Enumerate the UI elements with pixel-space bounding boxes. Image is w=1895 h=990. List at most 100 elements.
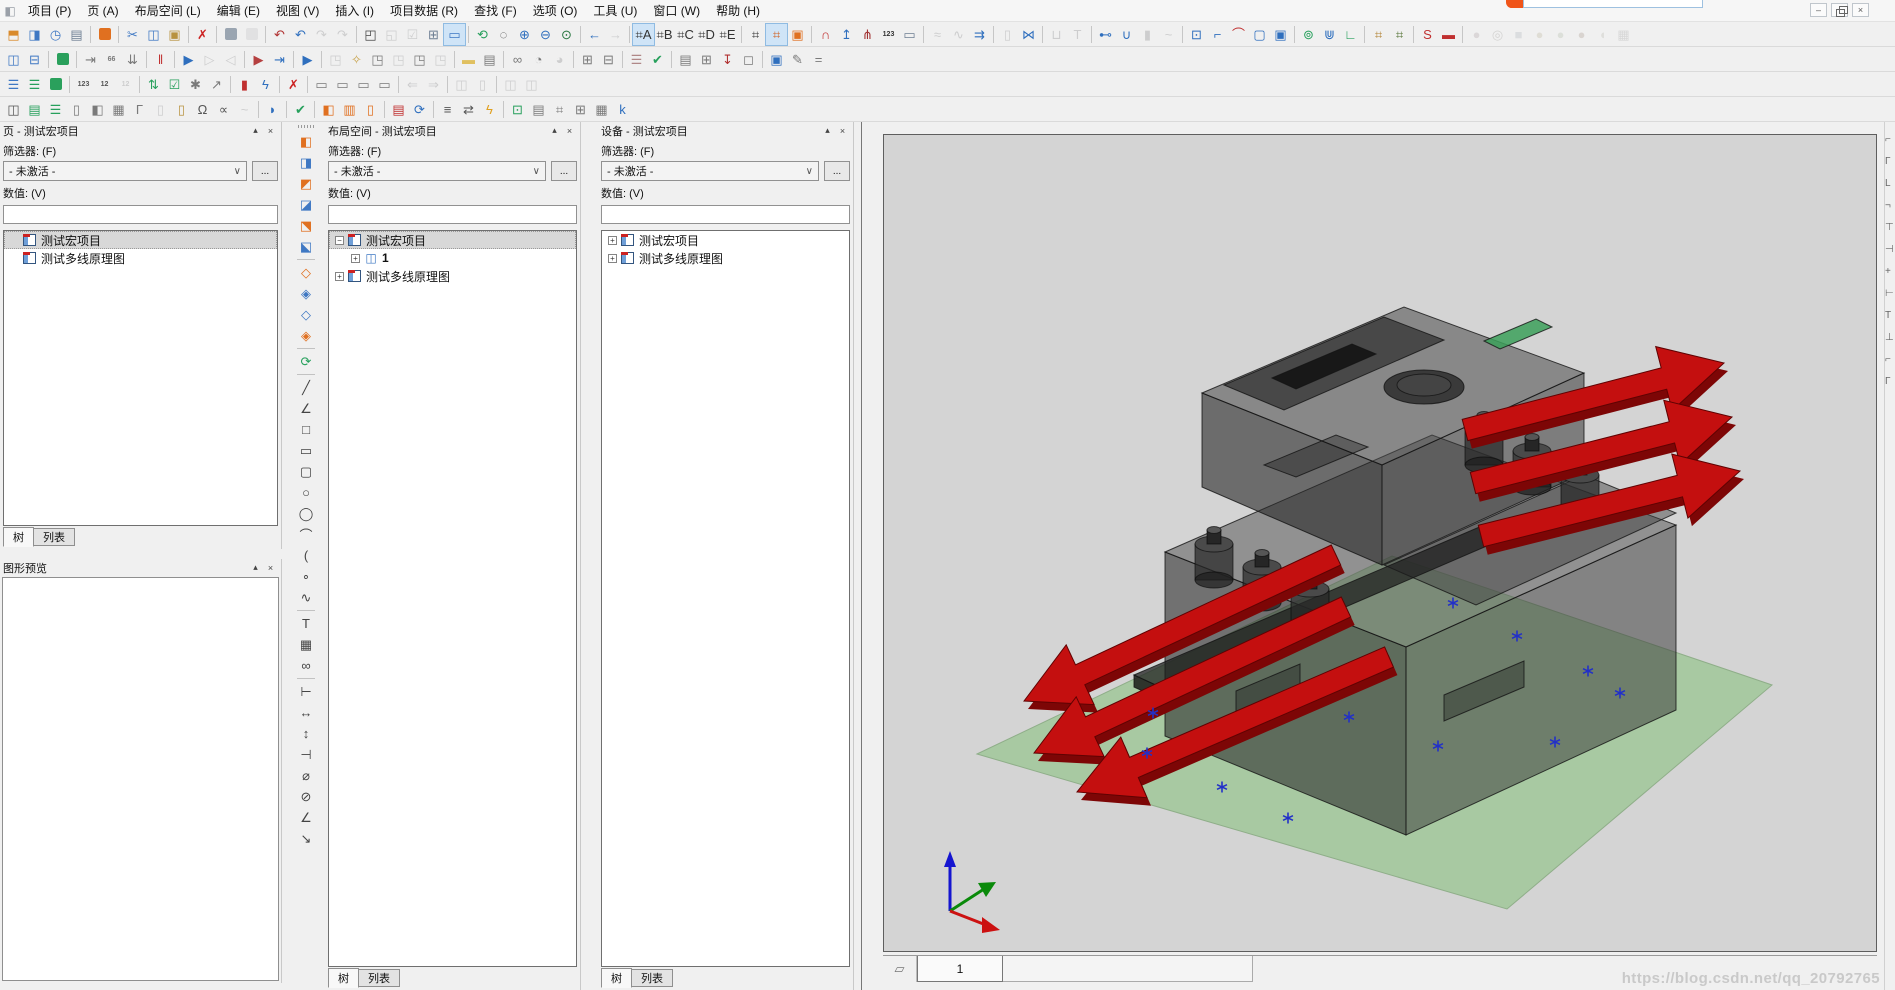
print-preview-icon[interactable]: ◻ (738, 49, 759, 70)
dim-left-icon[interactable]: ⊣ (1885, 238, 1895, 260)
swap-lr-icon[interactable]: ⇄ (458, 99, 479, 120)
open-project-icon[interactable]: ◷ (45, 24, 66, 45)
number-12-off-icon[interactable]: 12 (115, 74, 136, 95)
grid-e-icon[interactable]: ⌗E (717, 24, 738, 45)
key-tool-icon[interactable]: ∝ (213, 99, 234, 120)
renumber-icon[interactable]: ⇅ (143, 74, 164, 95)
circle-orange-icon[interactable]: ● (1571, 24, 1592, 45)
corner-l-icon[interactable]: ⌐ (1207, 24, 1228, 45)
align-objects-icon[interactable]: ⇉ (969, 24, 990, 45)
frame-corner-1-icon[interactable]: ⌐ (1885, 128, 1895, 150)
bom-table-icon[interactable]: ⊞ (696, 49, 717, 70)
frame-corner-2-icon[interactable]: Γ (1885, 150, 1895, 172)
filter-dropdown[interactable]: - 未激活 - ∨ (601, 161, 819, 181)
viewport-canvas[interactable] (883, 134, 1877, 952)
sync-watch-icon[interactable]: ◔ (528, 49, 549, 70)
close-icon[interactable]: × (263, 561, 278, 574)
undo-icon[interactable]: ↶ (290, 24, 311, 45)
value-input[interactable] (328, 205, 577, 224)
grid-c-icon[interactable]: ⌗C (675, 24, 696, 45)
view-front-icon[interactable]: ◈ (295, 283, 318, 304)
space-cube-3-icon[interactable]: ◩ (295, 173, 318, 194)
check-connections-icon[interactable]: ✔ (290, 99, 311, 120)
draw-circle-icon[interactable]: ○ (295, 482, 318, 503)
restore-button[interactable] (1831, 3, 1848, 17)
anchor-points-icon[interactable]: ⋓ (1319, 24, 1340, 45)
collapse-icon[interactable]: ▴ (820, 124, 835, 137)
number-pages-icon[interactable]: 123 (73, 74, 94, 95)
device-list-icon[interactable]: ▤ (675, 49, 696, 70)
filter-more-button[interactable]: ... (824, 161, 850, 181)
close-button[interactable]: × (1852, 3, 1869, 17)
box-properties-icon[interactable]: ⊡ (1186, 24, 1207, 45)
page-macro-icon[interactable]: ◳ (325, 49, 346, 70)
close-icon[interactable]: × (562, 124, 577, 137)
zoom-window-icon[interactable]: ◌ (493, 24, 514, 45)
tab-list[interactable]: 列表 (631, 969, 673, 987)
snap-to-grid-icon[interactable]: ⌗ (765, 22, 788, 46)
menu-item-2[interactable]: 布局空间 (L) (127, 0, 209, 21)
filter-dropdown[interactable]: - 未激活 - ∨ (328, 161, 546, 181)
ruler-corner-icon[interactable]: Γ (129, 99, 150, 120)
structure-box-icon[interactable]: ⊞ (577, 49, 598, 70)
box-3d-icon[interactable]: ◧ (87, 99, 108, 120)
note-tool-icon[interactable]: ▬ (458, 49, 479, 70)
dim-bottom-icon[interactable]: ⊥ (1885, 326, 1895, 348)
select-frame-icon[interactable]: ▢ (1249, 24, 1270, 45)
check-settings-icon[interactable]: ✱ (185, 74, 206, 95)
place-pin-icon[interactable]: ⊚ (1298, 24, 1319, 45)
circle-yellow-icon[interactable]: ● (1529, 24, 1550, 45)
zoom-in-icon[interactable]: ⊕ (514, 24, 535, 45)
spacing-down-icon[interactable]: ⇊ (122, 49, 143, 70)
draw-arc-icon[interactable]: ⌒ (295, 524, 318, 545)
tree-item[interactable]: + ◫ 1 (329, 249, 576, 267)
net-connect-icon[interactable]: ⋈ (1018, 24, 1039, 45)
menu-item-6[interactable]: 项目数据 (R) (382, 0, 466, 21)
arc-tool-icon[interactable]: ⌒ (1228, 24, 1249, 45)
insert-table-icon[interactable]: ⊞ (423, 24, 444, 45)
magnet-snap-icon[interactable]: ∩ (815, 24, 836, 45)
dim-top-icon[interactable]: ⊤ (1885, 216, 1895, 238)
collapse-icon[interactable]: ▴ (248, 561, 263, 574)
grid-b-icon[interactable]: ⌗B (654, 24, 675, 45)
paste-icon[interactable]: ▣ (164, 24, 185, 45)
insert-chain-icon[interactable]: ∞ (295, 655, 318, 676)
expand-node-icon[interactable]: + (351, 253, 360, 263)
draw-arc-2-icon[interactable]: ( (295, 545, 318, 566)
donut-tool-icon[interactable]: ◎ (1487, 24, 1508, 45)
number-field-icon[interactable]: 123 (878, 24, 899, 45)
draw-polyline-icon[interactable]: ∠ (295, 398, 318, 419)
check-ok-icon[interactable]: ☑ (164, 74, 185, 95)
goto-counterpart-icon[interactable]: ⇥ (269, 49, 290, 70)
macro-edit-icon[interactable]: ✎ (787, 49, 808, 70)
placeholder-object-icon[interactable]: ▯ (997, 24, 1018, 45)
u-bracket-icon[interactable]: ∪ (1116, 24, 1137, 45)
viewport-tab-empty[interactable] (1003, 956, 1253, 982)
menu-item-1[interactable]: 页 (A) (79, 0, 126, 21)
space-cube-4-icon[interactable]: ◪ (295, 194, 318, 215)
forward-ref-icon[interactable]: ↗ (206, 74, 227, 95)
dim-radius-icon[interactable]: ⌀ (295, 765, 318, 786)
search-binocular-icon[interactable]: ∞ (507, 49, 528, 70)
break-line-icon[interactable]: ~ (1158, 24, 1179, 45)
format-painter-icon[interactable] (220, 24, 241, 45)
tile-windows-h-icon[interactable]: ◫ (3, 49, 24, 70)
lightning-icon[interactable]: ϟ (255, 74, 276, 95)
table-gray-icon[interactable]: ▤ (528, 99, 549, 120)
signal-flow-icon[interactable]: ∿ (948, 24, 969, 45)
tile-windows-v-icon[interactable]: ⊟ (24, 49, 45, 70)
logic-snap-icon[interactable]: ⋔ (857, 24, 878, 45)
tree-item[interactable]: + 测试多线原理图 (602, 249, 849, 267)
dim-text-icon[interactable]: T (1885, 304, 1895, 326)
toolbar-grip[interactable] (298, 125, 314, 128)
split-window-icon[interactable]: ◰ (360, 24, 381, 45)
bolt-icon[interactable]: ϟ (479, 99, 500, 120)
cube-orange-icon[interactable]: ◧ (318, 99, 339, 120)
ruler-red-icon[interactable]: ▬ (1438, 24, 1459, 45)
space-cube-5-icon[interactable]: ⬔ (295, 215, 318, 236)
minimize-button[interactable]: – (1810, 3, 1827, 17)
export-down-icon[interactable]: ↧ (717, 49, 738, 70)
open-layout-icon[interactable]: ◨ (24, 24, 45, 45)
tree-item[interactable]: +测试宏项目 (4, 231, 277, 249)
dim-leader-icon[interactable]: ↘ (295, 828, 318, 849)
